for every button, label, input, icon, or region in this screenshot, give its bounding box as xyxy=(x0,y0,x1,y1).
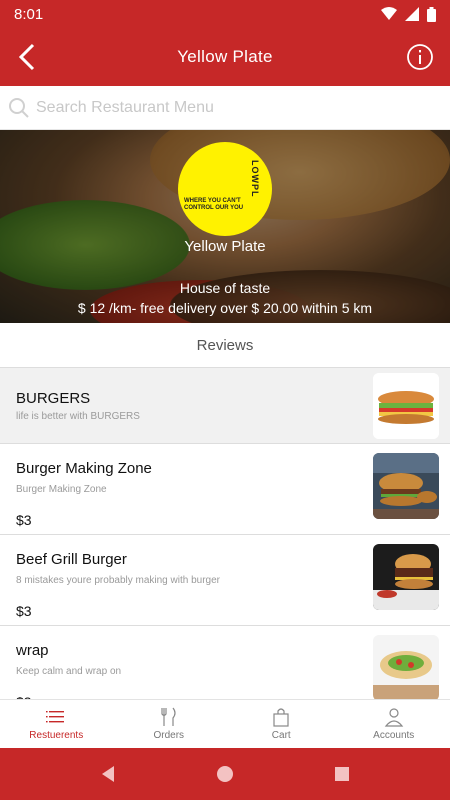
nav-orders-label: Orders xyxy=(153,730,185,741)
logo-side-text: LOWPL xyxy=(250,160,260,198)
logo-text: WHERE YOU CAN'T CONTROL OUR YOU xyxy=(184,198,244,211)
search-icon xyxy=(9,97,29,118)
burger-image xyxy=(373,544,439,610)
item-image xyxy=(373,635,439,699)
item-description: Keep calm and wrap on xyxy=(16,666,122,677)
info-icon[interactable] xyxy=(406,43,434,71)
category-name: BURGERS xyxy=(16,390,91,407)
back-arrow-icon xyxy=(18,43,35,71)
restaurant-name: Yellow Plate xyxy=(184,238,266,255)
battery-icon xyxy=(427,6,436,22)
menu-item[interactable]: Burger Making Zone Burger Making Zone $3 xyxy=(0,444,450,535)
wifi-icon xyxy=(381,7,397,20)
nav-accounts[interactable]: Accounts xyxy=(338,700,450,748)
nav-cart-label: Cart xyxy=(271,730,291,741)
item-price: $3 xyxy=(16,603,32,619)
recents-square-icon[interactable] xyxy=(334,766,350,782)
back-button[interactable] xyxy=(10,40,44,74)
burger-image xyxy=(373,453,439,519)
fork-knife-icon xyxy=(161,707,176,726)
bottom-navigation: Restuerents Orders Cart Accounts xyxy=(0,699,450,748)
search-bar xyxy=(0,86,450,130)
reviews-button[interactable]: Reviews xyxy=(0,323,450,368)
shopping-bag-icon xyxy=(273,708,289,727)
category-image xyxy=(373,373,439,439)
nav-cart[interactable]: Cart xyxy=(225,700,338,748)
restaurant-banner: WHERE YOU CAN'T CONTROL OUR YOU LOWPL Ye… xyxy=(0,130,450,323)
system-navigation xyxy=(0,748,450,800)
nav-accounts-label: Accounts xyxy=(373,730,415,741)
item-description: 8 mistakes youre probably making with bu… xyxy=(16,575,220,586)
reviews-label: Reviews xyxy=(196,336,254,354)
menu-item[interactable]: wrap Keep calm and wrap on $3 xyxy=(0,626,450,699)
user-icon xyxy=(384,708,403,727)
restaurant-logo: WHERE YOU CAN'T CONTROL OUR YOU LOWPL xyxy=(178,142,272,236)
category-description: life is better with BURGERS xyxy=(16,411,140,422)
status-bar: 8:01 xyxy=(0,0,450,28)
app-bar: Yellow Plate xyxy=(0,28,450,86)
item-image xyxy=(373,453,439,519)
nav-orders[interactable]: Orders xyxy=(113,700,226,748)
status-icons xyxy=(381,6,436,22)
item-name: Beef Grill Burger xyxy=(16,551,127,568)
item-name: Burger Making Zone xyxy=(16,460,152,477)
back-triangle-icon[interactable] xyxy=(100,765,116,783)
category-row[interactable]: BURGERS life is better with BURGERS xyxy=(0,368,450,444)
search-input[interactable] xyxy=(36,98,416,117)
delivery-info: $ 12 /km- free delivery over $ 20.00 wit… xyxy=(77,300,373,316)
nav-restaurants[interactable]: Restuerents xyxy=(0,700,113,748)
signal-icon xyxy=(405,7,419,21)
item-price: $3 xyxy=(16,512,32,528)
item-image xyxy=(373,544,439,610)
sandwich-image xyxy=(373,373,439,439)
list-icon xyxy=(46,711,65,723)
nav-restaurants-label: Restuerents xyxy=(29,730,84,741)
menu-list: BURGERS life is better with BURGERS Burg… xyxy=(0,368,450,699)
home-circle-icon[interactable] xyxy=(216,765,234,783)
restaurant-tagline: House of taste xyxy=(179,280,271,296)
menu-item[interactable]: Beef Grill Burger 8 mistakes youre proba… xyxy=(0,535,450,626)
status-time: 8:01 xyxy=(14,5,44,23)
page-title: Yellow Plate xyxy=(177,47,273,66)
item-name: wrap xyxy=(16,642,49,659)
wrap-image xyxy=(373,635,439,699)
item-description: Burger Making Zone xyxy=(16,484,107,495)
